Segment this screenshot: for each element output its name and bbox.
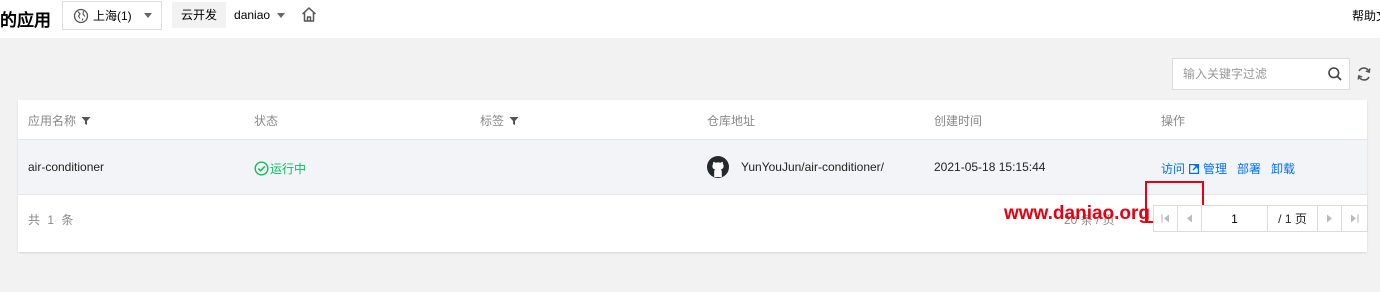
next-page-button[interactable] <box>1318 206 1342 231</box>
app-table: 应用名称 状态 标签 仓库地址 创建时间 操作 air-conditioner … <box>18 100 1368 252</box>
repo-cell: YunYouJun/air-conditioner/ <box>707 156 884 178</box>
column-header-status: 状态 <box>254 112 278 129</box>
created-time: 2021-05-18 15:15:44 <box>934 160 1046 174</box>
top-bar: 的应用 上海(1) 云开发 daniao 帮助文 <box>0 0 1380 38</box>
column-label: 状态 <box>254 114 279 128</box>
search-input[interactable] <box>1183 67 1323 81</box>
page-title: 的应用 <box>0 11 51 30</box>
help-link[interactable]: 帮助文 <box>1352 7 1380 24</box>
chevron-right-icon <box>1327 214 1332 223</box>
first-page-button[interactable] <box>1154 206 1178 231</box>
uninstall-link[interactable]: 卸载 <box>1271 160 1295 177</box>
status-cell: 运行中 <box>254 160 306 177</box>
column-label: 操作 <box>1161 114 1186 128</box>
env-label: 云开发 <box>172 2 227 28</box>
column-label: 标签 <box>480 114 505 128</box>
last-page-button[interactable] <box>1342 206 1366 231</box>
pagination: 1 / 1 页 <box>1153 205 1368 232</box>
table-row: air-conditioner 运行中 YunYouJun/air-condit… <box>18 140 1367 223</box>
chevron-down-icon <box>144 13 152 18</box>
refresh-icon[interactable] <box>1356 66 1372 82</box>
table-header: 应用名称 状态 标签 仓库地址 创建时间 操作 <box>18 100 1367 140</box>
filter-icon[interactable] <box>509 116 519 126</box>
last-page-icon <box>1350 214 1359 223</box>
repo-link[interactable]: YunYouJun/air-conditioner/ <box>741 160 884 174</box>
column-header-name: 应用名称 <box>28 112 91 129</box>
page-total: / 1 页 <box>1268 206 1318 231</box>
deploy-link[interactable]: 部署 <box>1237 160 1261 177</box>
page-number-input[interactable]: 1 <box>1202 206 1268 231</box>
column-header-repo: 仓库地址 <box>707 112 755 129</box>
home-icon[interactable] <box>300 6 318 23</box>
first-page-icon <box>1161 214 1169 223</box>
env-name: daniao <box>234 8 271 22</box>
filter-icon[interactable] <box>81 116 91 126</box>
visit-label: 访问 <box>1161 162 1186 176</box>
check-circle-icon <box>254 161 269 176</box>
prev-page-button[interactable] <box>1178 206 1202 231</box>
env-select[interactable]: 云开发 daniao <box>172 2 286 28</box>
search-icon[interactable] <box>1327 66 1343 82</box>
column-header-created: 创建时间 <box>934 112 982 129</box>
status-text: 运行中 <box>270 162 307 176</box>
globe-icon <box>73 8 89 23</box>
column-label: 创建时间 <box>934 114 983 128</box>
visit-link[interactable]: 访问 <box>1161 160 1200 177</box>
search-field[interactable] <box>1172 58 1350 90</box>
actions-cell: 访问 管理 部署 卸载 <box>1161 160 1305 177</box>
chevron-left-icon <box>1187 214 1192 223</box>
region-select[interactable]: 上海(1) <box>62 1 162 30</box>
app-name: air-conditioner <box>28 160 105 174</box>
column-label: 仓库地址 <box>707 114 756 128</box>
chevron-down-icon <box>277 12 286 18</box>
github-icon <box>707 156 729 178</box>
region-label: 上海(1) <box>93 9 132 23</box>
manage-link[interactable]: 管理 <box>1203 160 1227 177</box>
watermark: www.daniao.org <box>1004 203 1151 224</box>
column-label: 应用名称 <box>28 114 77 128</box>
column-header-tags: 标签 <box>480 112 519 129</box>
total-count: 共 1 条 <box>28 213 76 227</box>
column-header-actions: 操作 <box>1161 112 1185 129</box>
external-link-icon <box>1189 163 1200 174</box>
